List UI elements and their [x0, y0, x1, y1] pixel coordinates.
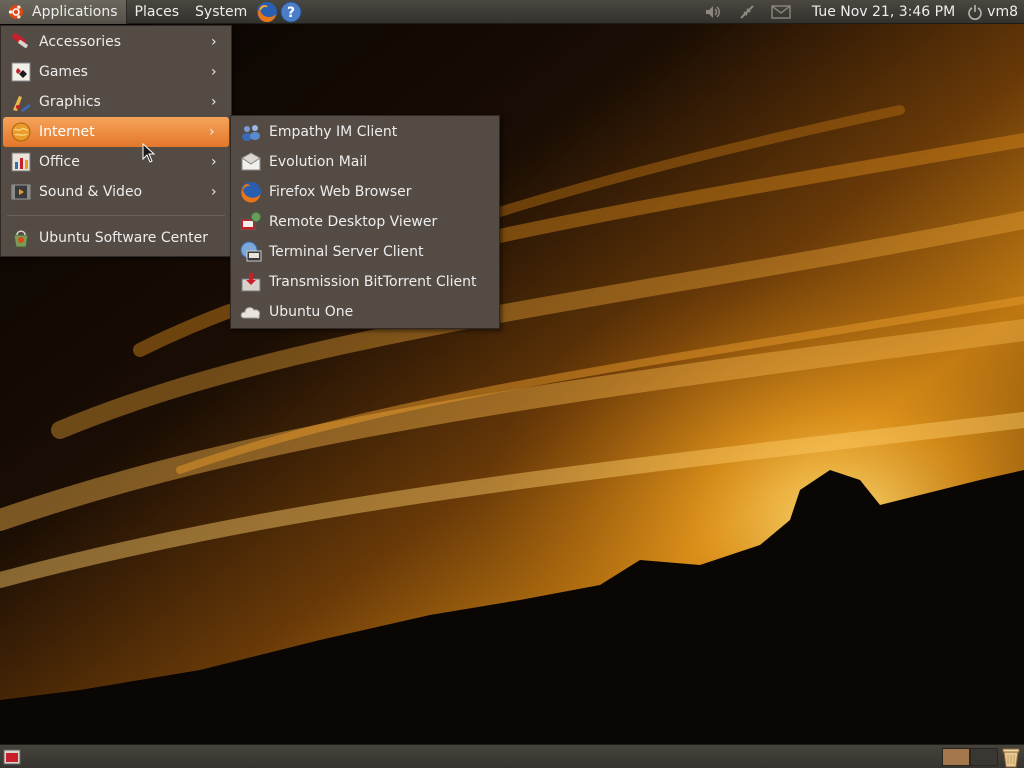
- menu-item-label: Firefox Web Browser: [269, 184, 412, 200]
- user-menu[interactable]: vm8: [967, 4, 1018, 20]
- evolution-icon: [241, 152, 261, 171]
- system-menu-label: System: [195, 3, 248, 20]
- firefox-icon: [241, 182, 261, 203]
- trash-icon[interactable]: [1000, 746, 1022, 768]
- power-icon: [968, 5, 982, 20]
- menu-item-label: Evolution Mail: [269, 154, 368, 170]
- menu-item-label: Office: [39, 154, 80, 170]
- games-icon: [11, 62, 31, 82]
- menu-item-label: Ubuntu Software Center: [39, 230, 208, 246]
- menu-item-label: Internet: [39, 124, 95, 140]
- terminal-server-icon: [240, 241, 262, 262]
- menu-item-accessories[interactable]: Accessories ›: [1, 27, 231, 57]
- sound-video-icon: [11, 184, 31, 200]
- remote-desktop-icon: [240, 211, 262, 231]
- applications-dropdown: Accessories › Games › Graphics › Interne…: [0, 25, 232, 257]
- workspace-1[interactable]: [942, 748, 970, 766]
- panel-tray: Tue Nov 21, 3:46 PM vm8: [696, 0, 1024, 24]
- chevron-right-icon: ›: [211, 64, 217, 80]
- empathy-icon: [242, 125, 260, 141]
- menu-item-transmission[interactable]: Transmission BitTorrent Client: [231, 267, 499, 297]
- top-panel: Applications Places System ? Tue Nov 21,…: [0, 0, 1024, 24]
- clock[interactable]: Tue Nov 21, 3:46 PM: [812, 4, 955, 20]
- menu-item-label: Remote Desktop Viewer: [269, 214, 438, 230]
- internet-submenu: Empathy IM Client Evolution Mail Firefox…: [230, 115, 500, 329]
- menu-item-office[interactable]: Office ›: [1, 147, 231, 177]
- help-icon: ?: [280, 1, 302, 22]
- applications-menu-label: Applications: [32, 3, 118, 20]
- menu-item-evolution[interactable]: Evolution Mail: [231, 147, 499, 177]
- mail-icon[interactable]: [770, 1, 792, 23]
- volume-icon[interactable]: [702, 1, 724, 23]
- menu-item-remote-desktop[interactable]: Remote Desktop Viewer: [231, 207, 499, 237]
- places-menu[interactable]: Places: [127, 0, 188, 24]
- applications-menu[interactable]: Applications: [0, 0, 127, 24]
- menu-item-label: Ubuntu One: [269, 304, 354, 320]
- menu-item-graphics[interactable]: Graphics ›: [1, 87, 231, 117]
- menu-item-sound-video[interactable]: Sound & Video ›: [1, 177, 231, 207]
- show-desktop-icon[interactable]: [3, 748, 21, 766]
- menu-item-label: Terminal Server Client: [269, 244, 424, 260]
- menu-item-games[interactable]: Games ›: [1, 57, 231, 87]
- chevron-right-icon: ›: [209, 124, 215, 140]
- bottom-panel: [0, 744, 1024, 768]
- places-menu-label: Places: [134, 3, 180, 20]
- internet-icon: [11, 122, 31, 142]
- menu-item-label: Sound & Video: [39, 184, 143, 200]
- chevron-right-icon: ›: [211, 184, 217, 200]
- menu-item-label: Empathy IM Client: [269, 124, 398, 140]
- workspace-2[interactable]: [970, 748, 998, 766]
- network-icon[interactable]: [736, 1, 758, 23]
- menu-item-empathy[interactable]: Empathy IM Client: [231, 117, 499, 147]
- svg-text:?: ?: [287, 5, 295, 21]
- software-center-icon: [13, 230, 29, 248]
- mouse-cursor-icon: [142, 143, 156, 163]
- office-icon: [11, 152, 31, 172]
- transmission-icon: [241, 273, 261, 292]
- chevron-right-icon: ›: [211, 94, 217, 110]
- menu-item-internet[interactable]: Internet ›: [3, 117, 229, 147]
- system-menu[interactable]: System: [187, 0, 255, 24]
- ubuntu-one-icon: [240, 307, 261, 319]
- menu-item-label: Games: [39, 64, 88, 80]
- menu-separator: [7, 215, 225, 216]
- menu-item-software-center[interactable]: Ubuntu Software Center: [1, 223, 231, 253]
- graphics-icon: [13, 96, 31, 112]
- user-name: vm8: [987, 4, 1018, 20]
- firefox-launcher[interactable]: [255, 0, 279, 24]
- accessories-icon: [11, 32, 28, 49]
- menu-item-ubuntu-one[interactable]: Ubuntu One: [231, 297, 499, 327]
- menu-item-label: Accessories: [39, 34, 122, 50]
- help-launcher[interactable]: ?: [279, 0, 303, 24]
- menu-item-firefox[interactable]: Firefox Web Browser: [231, 177, 499, 207]
- firefox-icon: [257, 1, 278, 22]
- ubuntu-logo-icon: [8, 4, 23, 19]
- menu-item-label: Transmission BitTorrent Client: [269, 274, 477, 290]
- menu-item-terminal-server[interactable]: Terminal Server Client: [231, 237, 499, 267]
- chevron-right-icon: ›: [211, 154, 217, 170]
- menu-item-label: Graphics: [39, 94, 101, 110]
- chevron-right-icon: ›: [211, 34, 217, 50]
